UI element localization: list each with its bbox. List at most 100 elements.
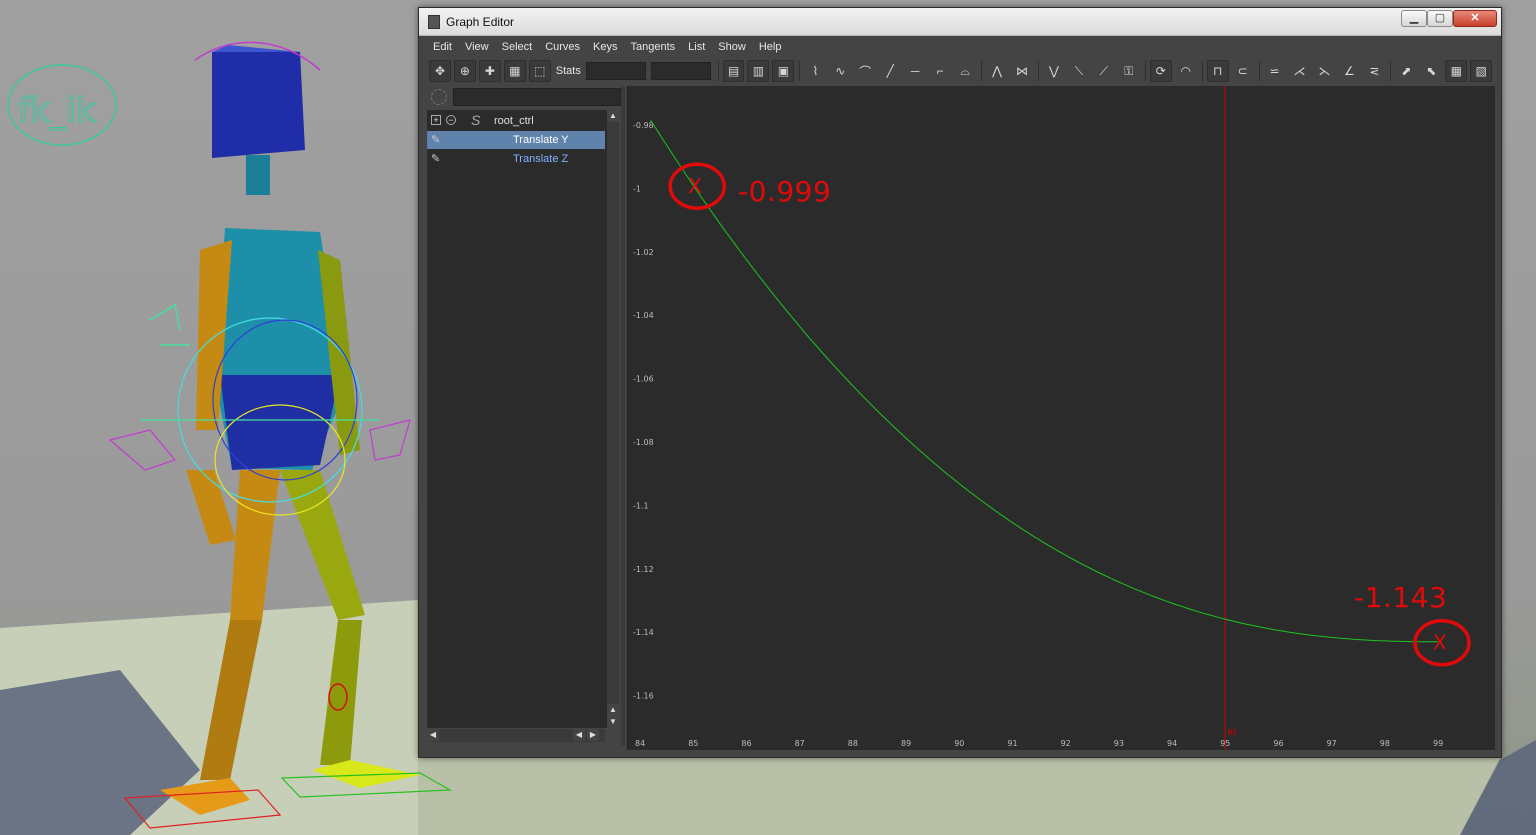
break-tangents-icon[interactable]: ⋁ [1043,60,1065,82]
move-key-tool-icon[interactable]: ✥ [429,60,451,82]
stats-value-field[interactable] [650,62,711,80]
x-tick-label: 98 [1380,739,1390,748]
open-trax-editor-icon[interactable]: ⬉ [1420,60,1442,82]
x-tick-label: 88 [848,739,858,748]
y-tick-label: -1.12 [633,565,654,574]
outliner-item-label: Translate Z [513,153,569,165]
expand-icon[interactable]: + [431,115,441,125]
hand-control-left [108,429,177,471]
title-bar[interactable]: Graph Editor ▁ ▢ ✕ [419,8,1501,36]
scroll-up-icon[interactable]: ▲ [607,110,619,122]
clamped-tangent-icon[interactable]: ⌒ [854,60,876,82]
menu-keys[interactable]: Keys [593,41,617,53]
free-tangent-weight-icon[interactable]: ⟋ [1093,60,1115,82]
frame-all-icon[interactable]: ▤ [722,60,745,82]
pin-icon[interactable]: ✎ [431,152,440,165]
x-tick-label: 93 [1114,739,1124,748]
menu-select[interactable]: Select [502,41,533,53]
maximize-button[interactable]: ▢ [1427,10,1453,27]
stats-label: Stats [555,65,581,77]
scroll-left-icon[interactable]: ◀ [573,729,585,741]
graph-editor-window[interactable]: Graph Editor ▁ ▢ ✕ Edit View Select Curv… [418,7,1502,758]
graph-view[interactable]: -0.98 -1 -1.02 -1.04 -1.06 -1.08 -1.1 -1.12 -1.1… [627,86,1495,750]
scroll-down-icon[interactable]: ▼ [607,716,619,728]
keyframe-marker[interactable]: X [1433,631,1447,655]
menu-view[interactable]: View [465,41,489,53]
menu-show[interactable]: Show [718,41,746,53]
lattice-deform-icon[interactable]: ▦ [503,60,526,82]
outliner-search-input[interactable] [453,88,621,106]
pin-icon[interactable]: ✎ [431,133,440,146]
y-tick-label: -1 [633,184,641,193]
add-key-tool-icon[interactable]: ✚ [478,60,501,82]
menu-curves[interactable]: Curves [545,41,580,53]
rig-leg-left [230,470,280,620]
close-button[interactable]: ✕ [1453,10,1497,27]
y-tick-label: -1.06 [633,375,654,384]
outliner-item-translate-y[interactable]: ✎ Translate Y [427,131,605,149]
y-tick-label: -1.08 [633,438,654,447]
ground-front [418,758,1500,835]
insert-key-tool-icon[interactable]: ⊕ [453,60,476,82]
outliner-list[interactable]: + − S root_ctrl ✎ Translate Y ✎ Translat… [427,110,607,728]
linear-tangent-icon[interactable]: ╱ [879,60,901,82]
x-tick-label: 86 [741,739,751,748]
rig-leg-right [280,470,365,620]
outliner-item-label: Translate Y [513,134,569,146]
swap-buffer-curve-icon[interactable]: ⋈ [1011,60,1033,82]
toolbar-separator [1201,61,1203,81]
outliner-item-root-ctrl[interactable]: + − S root_ctrl [427,112,605,130]
flat-tangent-icon[interactable]: ─ [904,60,926,82]
panel-splitter[interactable] [621,86,625,746]
current-frame-label: 95 [1227,728,1237,737]
menu-edit[interactable]: Edit [433,41,452,53]
toolbar-separator [981,61,983,81]
x-tick-label: 87 [795,739,805,748]
lock-tangent-weight-icon[interactable]: ⚿ [1118,60,1140,82]
menu-list[interactable]: List [688,41,705,53]
load-selected-icon[interactable]: ◠ [1175,60,1197,82]
y-tick-label: -1.1 [633,501,649,510]
menu-help[interactable]: Help [759,41,782,53]
nurbs-curve-icon: S [471,112,481,128]
scroll-up-icon[interactable]: ▲ [607,704,619,716]
frame-selection-icon[interactable]: ▥ [747,60,770,82]
post-infinity-offset-icon[interactable]: ∠ [1338,60,1360,82]
buffer-curve-snapshot-icon[interactable]: ⋀ [986,60,1008,82]
pre-infinity-offset-icon[interactable]: ⋌ [1289,60,1311,82]
x-tick-label: 97 [1327,739,1337,748]
open-hypergraph-icon[interactable]: ▦ [1445,60,1468,82]
menu-tangents[interactable]: Tangents [631,41,676,53]
plateau-tangent-icon[interactable]: ⌓ [954,60,976,82]
infinity-linear-icon[interactable]: ⋜ [1363,60,1385,82]
scroll-left-icon[interactable]: ◀ [427,729,439,741]
unify-tangents-icon[interactable]: ⟍ [1068,60,1090,82]
scroll-right-icon[interactable]: ▶ [587,729,599,741]
collapse-icon[interactable]: − [446,115,456,125]
step-tangent-icon[interactable]: ⌐ [929,60,951,82]
stats-frame-field[interactable] [585,62,646,80]
minimize-button[interactable]: ▁ [1401,10,1427,27]
auto-tangent-icon[interactable]: ⌇ [804,60,826,82]
window-title: Graph Editor [446,15,515,29]
frame-playback-icon[interactable]: ▣ [772,60,795,82]
open-outliner-icon[interactable]: ▧ [1470,60,1493,82]
pre-infinity-cycle-icon[interactable]: ⋍ [1264,60,1286,82]
toolbar-separator [1037,61,1039,81]
outliner-vertical-scrollbar[interactable]: ▲ ▲ ▼ [607,110,619,728]
outliner-item-translate-z[interactable]: ✎ Translate Z [427,150,605,168]
region-select-icon[interactable]: ⬚ [528,60,551,82]
value-snap-icon[interactable]: ⊂ [1232,60,1254,82]
open-dope-sheet-icon[interactable]: ⬈ [1395,60,1417,82]
menu-bar: Edit View Select Curves Keys Tangents Li… [425,37,1495,57]
annotation-start-value: -0.999 [738,175,832,208]
spline-tangent-icon[interactable]: ∿ [829,60,851,82]
keyframe-marker[interactable]: X [688,174,702,198]
y-tick-label: -1.04 [633,311,654,320]
toolbar-separator [1144,61,1146,81]
filter-icon[interactable] [431,89,447,105]
post-infinity-cycle-icon[interactable]: ⋋ [1314,60,1336,82]
outliner-horizontal-scrollbar[interactable]: ◀ ◀ ▶ [427,729,605,742]
auto-load-icon[interactable]: ⟳ [1149,60,1172,82]
time-snap-icon[interactable]: ⊓ [1206,60,1229,82]
